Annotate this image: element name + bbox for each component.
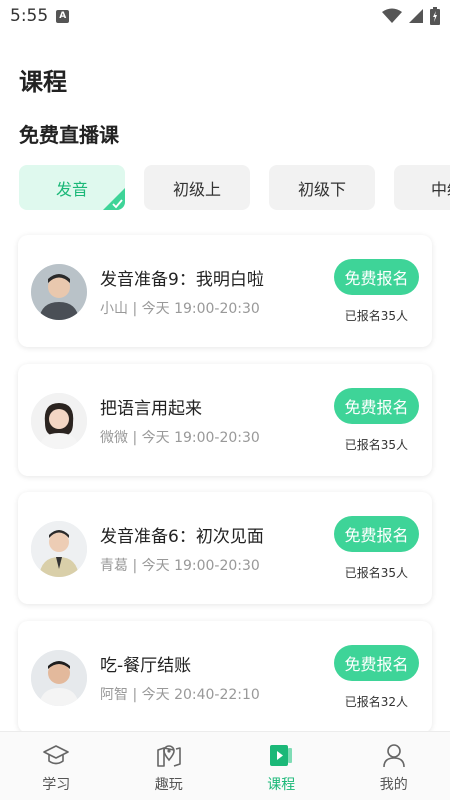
course-meta: 阿智 | 今天 20:40-22:10: [100, 687, 260, 703]
section-title: 免费直播课: [19, 123, 119, 147]
course-card[interactable]: 发音准备6：初次见面 青葛 | 今天 19:00-20:30 免费报名 已报名3…: [18, 492, 432, 604]
avatar: [31, 521, 87, 577]
course-time: 今天 19:00-20:30: [141, 430, 260, 446]
signup-count: 已报名35人: [344, 309, 408, 323]
course-card[interactable]: 吃-餐厅结账 阿智 | 今天 20:40-22:10 免费报名 已报名32人: [18, 621, 432, 733]
category-tabs: 发音 初级上 初级下 中级: [19, 165, 450, 210]
nav-label: 趣玩: [154, 777, 183, 793]
free-signup-button[interactable]: 免费报名: [334, 259, 419, 295]
selected-check-icon: [103, 188, 125, 210]
teacher-name: 青葛: [100, 558, 128, 574]
nav-fun[interactable]: 趣玩: [113, 732, 226, 800]
tab-intermediate[interactable]: 中级: [394, 165, 450, 210]
tab-label: 初级上: [172, 179, 221, 199]
nav-label: 我的: [379, 777, 408, 793]
course-card[interactable]: 发音准备9：我明白啦 小山 | 今天 19:00-20:30 免费报名 已报名3…: [18, 235, 432, 347]
course-time: 今天 19:00-20:30: [141, 301, 260, 317]
course-card[interactable]: 把语言用起来 微微 | 今天 19:00-20:30 免费报名 已报名35人: [18, 364, 432, 476]
signup-count: 已报名35人: [344, 566, 408, 580]
course-meta: 微微 | 今天 19:00-20:30: [100, 430, 260, 446]
tab-label: 发音: [55, 179, 88, 199]
tab-elementary-2[interactable]: 初级下: [269, 165, 375, 210]
free-signup-button[interactable]: 免费报名: [334, 645, 419, 681]
free-signup-button[interactable]: 免费报名: [334, 388, 419, 424]
avatar: [31, 393, 87, 449]
nav-study[interactable]: 学习: [0, 732, 113, 800]
status-time: 5:55: [10, 6, 49, 26]
tab-label: 初级下: [297, 179, 346, 199]
app-notification-icon: A: [56, 9, 70, 23]
course-meta: 小山 | 今天 19:00-20:30: [100, 301, 260, 317]
page-title: 课程: [19, 68, 67, 96]
person-icon: [382, 744, 405, 768]
video-play-icon: [270, 745, 293, 766]
free-signup-button[interactable]: 免费报名: [334, 516, 419, 552]
course-title: 把语言用起来: [100, 399, 202, 419]
status-icons: [382, 7, 440, 25]
nav-courses[interactable]: 课程: [225, 732, 338, 800]
course-time: 今天 20:40-22:10: [141, 687, 260, 703]
battery-icon: [430, 7, 440, 25]
teacher-name: 小山: [100, 301, 128, 317]
tab-elementary-1[interactable]: 初级上: [144, 165, 250, 210]
nav-label: 课程: [267, 777, 296, 793]
signal-icon: [409, 9, 423, 23]
course-time: 今天 19:00-20:30: [141, 558, 260, 574]
nav-label: 学习: [42, 777, 71, 793]
course-title: 发音准备9：我明白啦: [100, 270, 264, 290]
graduation-cap-icon: [43, 745, 70, 765]
signup-count: 已报名32人: [344, 695, 408, 709]
course-title: 吃-餐厅结账: [100, 656, 192, 676]
course-title: 发音准备6：初次见面: [100, 527, 264, 547]
avatar: [31, 264, 87, 320]
tab-pronunciation[interactable]: 发音: [19, 165, 125, 210]
nav-profile[interactable]: 我的: [338, 732, 450, 800]
course-meta: 青葛 | 今天 19:00-20:30: [100, 558, 260, 574]
teacher-name: 阿智: [100, 687, 128, 703]
map-pin-icon: [156, 745, 181, 767]
teacher-name: 微微: [100, 430, 128, 446]
signup-count: 已报名35人: [344, 438, 408, 452]
status-bar: 5:55 A: [0, 0, 450, 32]
bottom-nav: 学习 趣玩 课程 我的: [0, 731, 450, 800]
wifi-icon: [382, 8, 402, 23]
tab-label: 中级: [431, 179, 450, 199]
avatar: [31, 650, 87, 706]
